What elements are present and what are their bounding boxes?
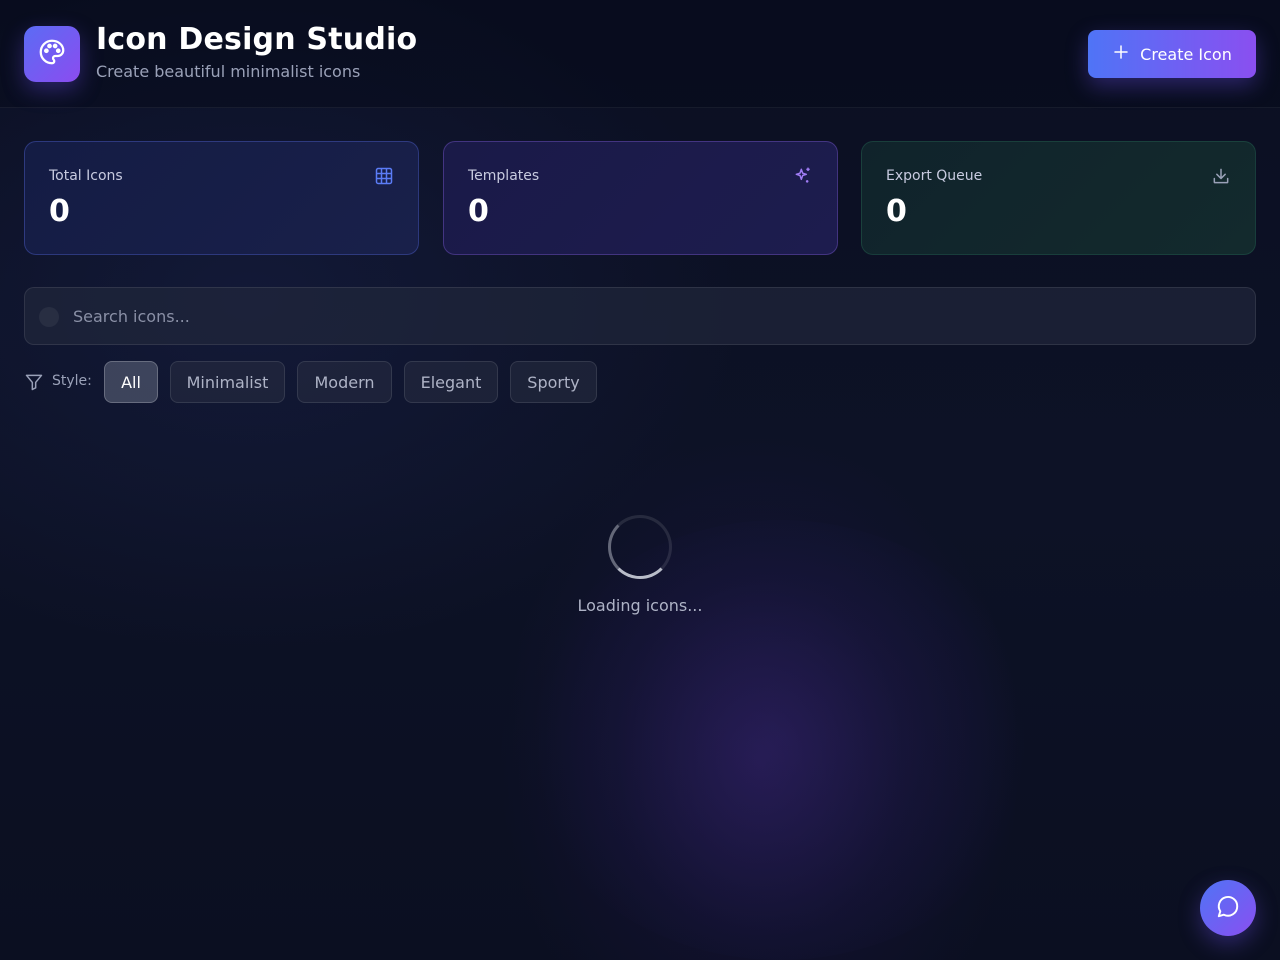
message-circle-icon — [1215, 894, 1241, 923]
loading-text: Loading icons... — [577, 596, 703, 615]
create-icon-label: Create Icon — [1140, 44, 1232, 64]
stat-label: Export Queue — [886, 168, 983, 184]
stat-card-export-queue: Export Queue 0 — [861, 141, 1256, 255]
app-logo — [24, 26, 80, 82]
app-title: Icon Design Studio — [96, 22, 418, 57]
app-header: Icon Design Studio Create beautiful mini… — [0, 0, 1280, 108]
create-icon-button[interactable]: Create Icon — [1088, 30, 1256, 78]
search-bar — [24, 287, 1256, 345]
stat-value: 0 — [468, 194, 489, 229]
download-icon — [1211, 166, 1231, 186]
filter-chip-modern[interactable]: Modern — [297, 361, 392, 403]
stat-label: Total Icons — [49, 168, 123, 184]
stat-value: 0 — [49, 194, 70, 229]
background-glow — [520, 520, 1040, 960]
sparkles-icon — [793, 166, 813, 186]
search-icon — [39, 307, 59, 327]
filter-chip-all[interactable]: All — [104, 361, 158, 403]
stat-card-templates: Templates 0 — [443, 141, 838, 255]
filter-chip-minimalist[interactable]: Minimalist — [170, 361, 285, 403]
app-subtitle: Create beautiful minimalist icons — [96, 62, 361, 81]
grid-icon — [374, 166, 394, 186]
filter-label: Style: — [52, 373, 92, 389]
filter-icon — [24, 372, 44, 392]
stat-card-total-icons: Total Icons 0 — [24, 141, 419, 255]
palette-icon — [37, 37, 67, 71]
stat-label: Templates — [468, 168, 540, 184]
filter-chip-elegant[interactable]: Elegant — [404, 361, 498, 403]
filter-chip-sporty[interactable]: Sporty — [510, 361, 597, 403]
loading-spinner — [608, 515, 672, 579]
search-input[interactable] — [73, 288, 1243, 344]
chat-button[interactable] — [1200, 880, 1256, 936]
plus-icon — [1112, 43, 1130, 65]
stat-value: 0 — [886, 194, 907, 229]
